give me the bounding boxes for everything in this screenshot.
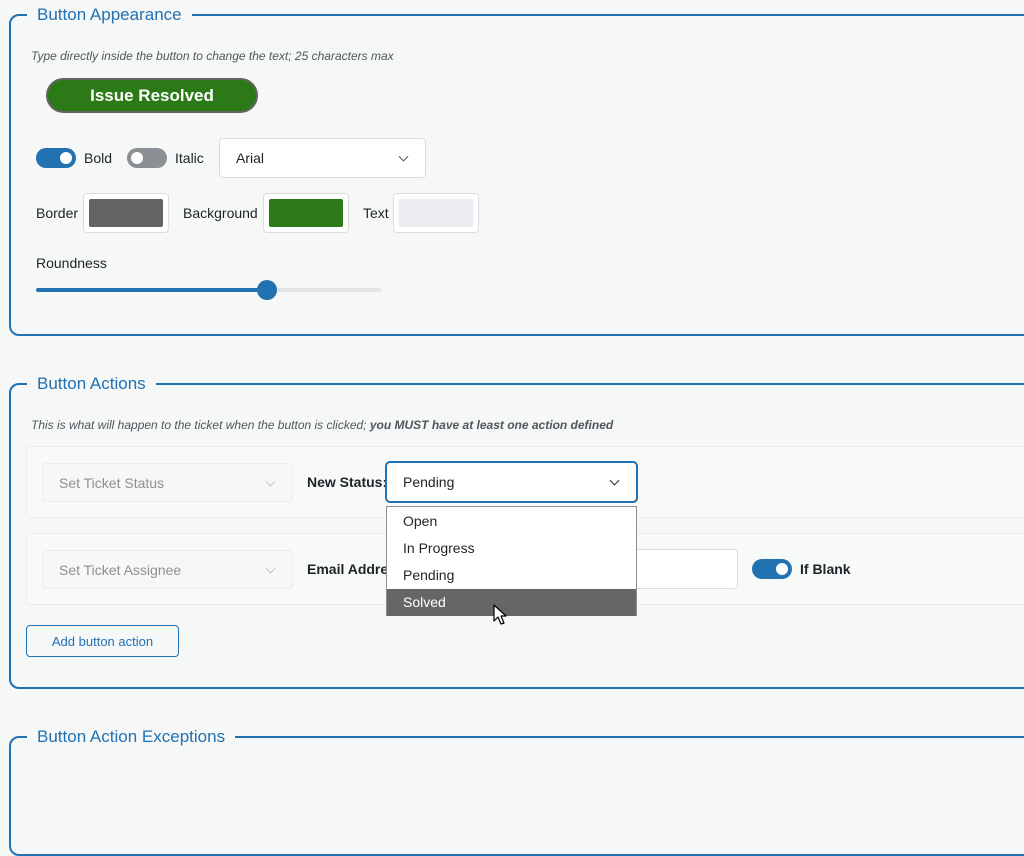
border-color-swatch	[89, 199, 163, 227]
bold-label: Bold	[84, 150, 113, 166]
background-color-picker[interactable]	[263, 193, 349, 233]
action-type-select-status[interactable]: Set Ticket Status	[42, 463, 293, 502]
roundness-slider[interactable]	[36, 280, 381, 300]
background-color-label: Background	[183, 205, 258, 221]
chevron-down-icon	[398, 151, 409, 162]
add-button-action-button[interactable]: Add button action	[26, 625, 179, 657]
action-type-select-assignee-value: Set Ticket Assignee	[59, 561, 182, 578]
mouse-cursor-icon	[493, 604, 507, 625]
if-blank-toggle-knob	[776, 563, 788, 575]
new-status-dropdown: Open In Progress Pending Solved	[386, 506, 637, 616]
roundness-slider-fill	[36, 288, 268, 292]
bold-toggle-knob	[60, 152, 72, 164]
border-color-label: Border	[36, 205, 79, 221]
status-option-solved[interactable]: Solved	[387, 589, 636, 616]
roundness-label: Roundness	[36, 255, 107, 271]
italic-toggle[interactable]	[127, 148, 167, 168]
chevron-down-icon	[609, 475, 620, 486]
actions-hint: This is what will happen to the ticket w…	[31, 418, 613, 432]
button-action-exceptions-legend: Button Action Exceptions	[27, 726, 236, 748]
status-option-pending[interactable]: Pending	[387, 562, 636, 589]
new-status-select-value: Pending	[403, 474, 455, 490]
button-action-exceptions-panel: Button Action Exceptions	[9, 726, 1024, 856]
new-status-label: New Status:	[307, 474, 388, 490]
if-blank-toggle[interactable]	[752, 559, 792, 579]
chevron-down-icon	[265, 476, 276, 487]
button-preview[interactable]: Issue Resolved	[46, 78, 258, 113]
border-color-picker[interactable]	[83, 193, 169, 233]
button-actions-legend: Button Actions	[27, 373, 156, 395]
button-appearance-legend: Button Appearance	[27, 4, 192, 26]
font-select[interactable]: Arial	[219, 138, 426, 178]
background-color-swatch	[269, 199, 343, 227]
new-status-select[interactable]: Pending	[386, 462, 637, 502]
italic-toggle-knob	[131, 152, 143, 164]
status-option-open[interactable]: Open	[387, 508, 636, 535]
status-option-in-progress[interactable]: In Progress	[387, 535, 636, 562]
text-color-picker[interactable]	[393, 193, 479, 233]
actions-hint-text: This is what will happen to the ticket w…	[31, 418, 370, 432]
text-color-label: Text	[363, 205, 389, 221]
action-type-select-assignee[interactable]: Set Ticket Assignee	[42, 550, 293, 589]
roundness-slider-thumb[interactable]	[257, 280, 278, 300]
italic-label: Italic	[175, 150, 204, 166]
action-type-select-status-value: Set Ticket Status	[59, 474, 165, 491]
bold-toggle[interactable]	[36, 148, 76, 168]
appearance-hint: Type directly inside the button to chang…	[31, 49, 394, 63]
text-color-swatch	[399, 199, 473, 227]
if-blank-label: If Blank	[800, 561, 851, 577]
chevron-down-icon	[265, 563, 276, 574]
actions-hint-emphasis: you MUST have at least one action define…	[369, 418, 614, 432]
font-select-value: Arial	[236, 150, 265, 166]
